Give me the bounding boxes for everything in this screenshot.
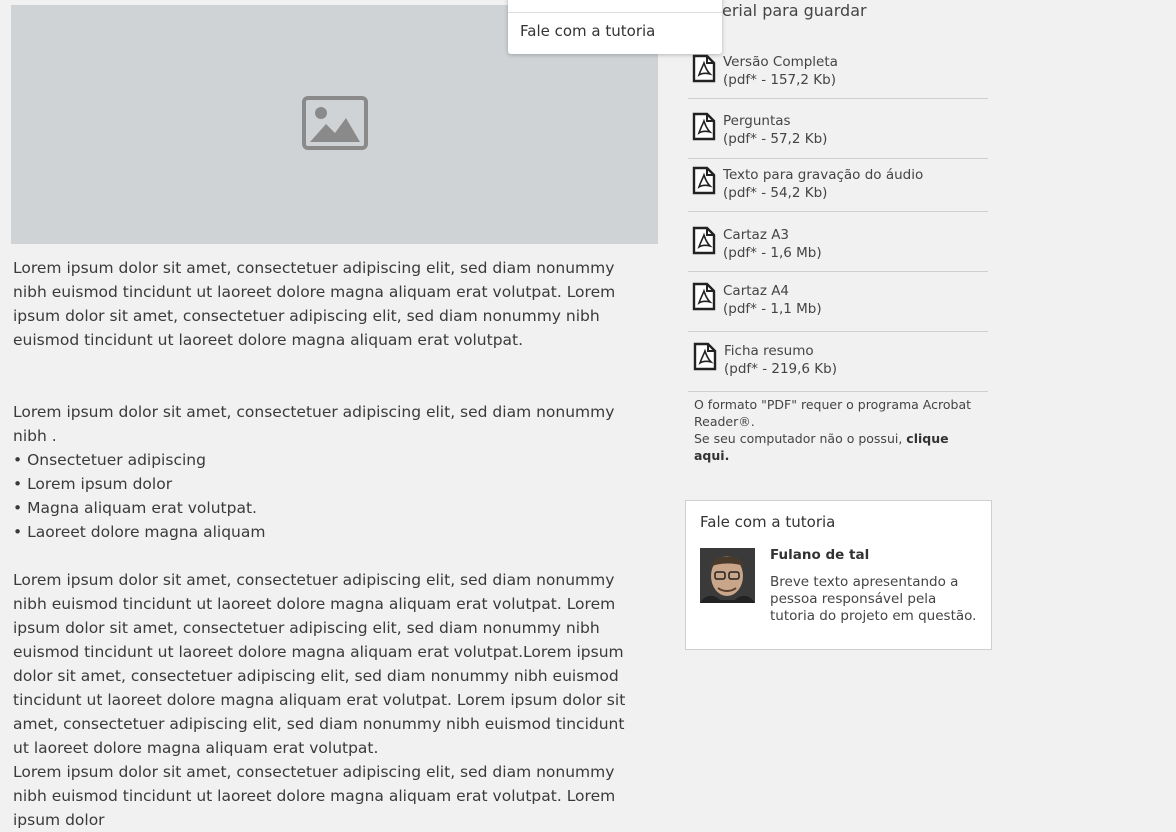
pdf-note-prefix: Se seu computador não o possui, <box>694 431 907 446</box>
file-item-versao-completa[interactable]: Versão Completa (pdf* - 157,2 Kb) <box>688 44 988 99</box>
tutor-name: Fulano de tal <box>770 547 870 563</box>
file-name: Cartaz A4 <box>723 283 790 299</box>
pdf-file-icon <box>692 166 716 200</box>
article-paragraph: Lorem ipsum dolor sit amet, consectetuer… <box>13 403 615 445</box>
file-item-texto-audio[interactable]: Texto para gravação do áudio (pdf* - 54,… <box>688 159 988 212</box>
file-meta: (pdf* - 219,6 Kb) <box>724 361 837 377</box>
file-meta: (pdf* - 54,2 Kb) <box>723 185 828 201</box>
file-item-ficha-resumo[interactable]: Ficha resumo (pdf* - 219,6 Kb) <box>688 332 988 392</box>
file-meta: (pdf* - 157,2 Kb) <box>723 72 836 88</box>
pdf-file-icon <box>692 226 716 260</box>
pdf-note-line: Se seu computador não o possui, clique a… <box>694 430 984 464</box>
file-meta: (pdf* - 57,2 Kb) <box>723 131 828 147</box>
materials-heading: erial para guardar <box>722 1 867 20</box>
file-name: Ficha resumo <box>724 343 814 359</box>
file-item-perguntas[interactable]: Perguntas (pdf* - 57,2 Kb) <box>688 99 988 159</box>
download-list: Versão Completa (pdf* - 157,2 Kb) Pergun… <box>688 44 988 392</box>
tutor-card-title: Fale com a tutoria <box>700 513 836 531</box>
tutor-card: Fale com a tutoria Fulano de tal Breve t… <box>685 500 992 650</box>
pdf-note-text: O formato "PDF" requer o programa Acroba… <box>694 397 972 429</box>
file-name: Cartaz A3 <box>723 227 790 243</box>
bullet-item: • Onsectetuer adipiscing <box>13 451 206 469</box>
file-meta: (pdf* - 1,6 Mb) <box>723 245 822 261</box>
article-paragraph: Lorem ipsum dolor sit amet, consectetuer… <box>13 571 626 757</box>
file-name: Texto para gravação do áudio <box>723 167 924 183</box>
file-item-cartaz-a3[interactable]: Cartaz A3 (pdf* - 1,6 Mb) <box>688 212 988 272</box>
pdf-note: O formato "PDF" requer o programa Acroba… <box>694 396 984 464</box>
pdf-file-icon <box>692 54 716 88</box>
article-paragraph: Lorem ipsum dolor sit amet, consectetuer… <box>13 763 616 829</box>
article-paragraph: Lorem ipsum dolor sit amet, consectetuer… <box>13 259 616 349</box>
article-body: Lorem ipsum dolor sit amet, consectetuer… <box>13 256 633 832</box>
avatar <box>700 548 755 603</box>
tutor-description: Breve texto apresentando a pessoa respon… <box>770 574 977 624</box>
bullet-item: • Magna aliquam erat volutpat. <box>13 499 257 517</box>
file-name: Versão Completa <box>723 54 838 70</box>
menu-item-tutoria[interactable]: Fale com a tutoria <box>520 22 655 40</box>
pdf-file-icon <box>692 282 716 316</box>
bullet-item: • Lorem ipsum dolor <box>13 475 173 493</box>
pdf-file-icon <box>693 342 717 376</box>
menu-divider <box>508 12 722 13</box>
image-placeholder-icon <box>301 95 368 154</box>
file-meta: (pdf* - 1,1 Mb) <box>723 301 822 317</box>
file-item-cartaz-a4[interactable]: Cartaz A4 (pdf* - 1,1 Mb) <box>688 272 988 332</box>
bullet-item: • Laoreet dolore magna aliquam <box>13 523 266 541</box>
file-name: Perguntas <box>723 113 791 129</box>
pdf-file-icon <box>692 112 716 146</box>
